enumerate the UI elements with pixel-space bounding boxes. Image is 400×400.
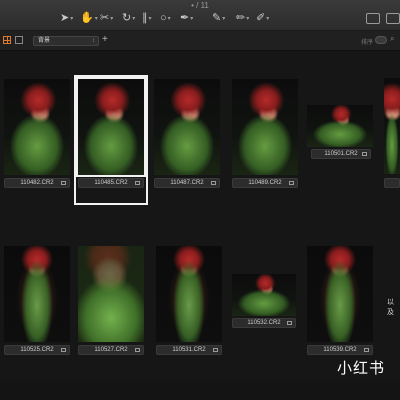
thumbnail-caption: 110532.CR2: [232, 318, 296, 328]
watermark: 小红书: [337, 359, 386, 377]
crop-icon: ✂: [100, 12, 110, 24]
window-title: • / 11: [191, 1, 209, 10]
thumbnail-filename: 110532.CR2: [247, 320, 281, 326]
brush-tool[interactable]: ✎ ▾: [212, 12, 225, 25]
folder-select-label: 背景: [38, 38, 51, 44]
gradient-icon: ✐: [256, 12, 266, 24]
info-icon[interactable]: [135, 181, 140, 185]
chevron-down-icon: ▾: [94, 15, 98, 22]
thumbnail-caption: 110531.CR2: [156, 345, 222, 355]
chevron-down-icon: ▾: [222, 15, 226, 22]
select-tool[interactable]: ➤ ▾: [60, 12, 73, 25]
chevron-updown-icon: ↕: [92, 38, 95, 44]
keystone-icon: ∥: [142, 12, 148, 24]
panel-toggle-icon[interactable]: [386, 13, 400, 24]
rotate-icon: ↻: [122, 12, 132, 24]
keystone-tool[interactable]: ∥ ▾: [142, 12, 152, 25]
thumbnail-caption: [384, 178, 400, 188]
thumbnail-filename: 110487.CR2: [170, 180, 204, 186]
thumbnail-filename: 110525.CR2: [20, 347, 54, 353]
thumbnail-filename: 110489.CR2: [248, 180, 282, 186]
crop-tool[interactable]: ✂ ▾: [100, 12, 113, 25]
chevron-down-icon: ▾: [132, 15, 136, 22]
thumbnail-caption: 110501.CR2: [311, 149, 371, 159]
thumbnail-image[interactable]: [4, 246, 70, 342]
search-icon[interactable]: ⌕: [390, 34, 394, 44]
thumbnail-image[interactable]: [76, 77, 146, 177]
rotate-tool[interactable]: ↻ ▾: [122, 12, 135, 25]
thumbnail-image[interactable]: [156, 246, 222, 342]
thumbnail-image[interactable]: [307, 105, 373, 147]
info-icon[interactable]: [135, 348, 140, 352]
info-icon[interactable]: [211, 181, 216, 185]
single-view-icon[interactable]: [15, 36, 23, 44]
pan-icon: ✋: [80, 12, 94, 24]
info-icon[interactable]: [364, 348, 369, 352]
chevron-down-icon: ▾: [70, 15, 74, 22]
chevron-down-icon: ▾: [266, 15, 270, 22]
thumbnail-image[interactable]: [78, 246, 144, 342]
info-icon[interactable]: [362, 152, 367, 156]
pan-tool[interactable]: ✋ ▾: [80, 12, 98, 25]
thumbnail-filename: 110485.CR2: [94, 180, 128, 186]
info-icon[interactable]: [61, 181, 66, 185]
spot-tool[interactable]: ○ ▾: [160, 12, 171, 25]
sort-label: 排序: [361, 40, 374, 46]
picker-icon: ✒: [180, 12, 190, 24]
grid-view-icon[interactable]: [3, 36, 11, 44]
compare-view-icon[interactable]: [366, 13, 380, 24]
spot-icon: ○: [160, 12, 167, 24]
side-text: 以及: [387, 299, 394, 316]
picker-tool[interactable]: ✒ ▾: [180, 12, 193, 25]
info-icon[interactable]: [289, 181, 294, 185]
thumbnail-caption: 110487.CR2: [154, 178, 220, 188]
brush-icon: ✎: [212, 12, 222, 24]
bottom-bar: [0, 380, 400, 400]
thumbnail-caption: 110539.CR2: [307, 345, 373, 355]
sort-toggle[interactable]: [375, 36, 387, 44]
thumbnail-filename: 110501.CR2: [324, 151, 358, 157]
chevron-down-icon: ▾: [148, 15, 152, 22]
thumbnail-caption: 110489.CR2: [232, 178, 298, 188]
folder-select[interactable]: 背景 ↕: [33, 36, 99, 46]
add-button[interactable]: +: [102, 35, 108, 45]
thumbnail-image[interactable]: [232, 274, 296, 316]
thumbnail-caption: 110485.CR2: [78, 178, 144, 188]
thumbnail-caption: 110482.CR2: [4, 178, 70, 188]
thumbnail-image[interactable]: [4, 79, 70, 175]
info-icon[interactable]: [61, 348, 66, 352]
thumbnail-caption: 110525.CR2: [4, 345, 70, 355]
chevron-down-icon: ▾: [110, 15, 114, 22]
thumbnail-grid: 110482.CR2 110485.CR2 110487.CR2 110489.CR2…: [0, 50, 400, 380]
thumbnail-image[interactable]: [384, 78, 400, 174]
eraser-icon: ✏: [236, 12, 246, 24]
thumbnail-filename: 110527.CR2: [94, 347, 128, 353]
gradient-tool[interactable]: ✐ ▾: [256, 12, 269, 25]
chevron-down-icon: ▾: [246, 15, 250, 22]
thumbnail-caption: 110527.CR2: [78, 345, 144, 355]
info-icon[interactable]: [213, 348, 218, 352]
select-icon: ➤: [60, 12, 70, 24]
thumbnail-filename: 110531.CR2: [172, 347, 206, 353]
eraser-tool[interactable]: ✏ ▾: [236, 12, 249, 25]
thumbnail-image[interactable]: [307, 246, 373, 342]
chevron-down-icon: ▾: [190, 15, 194, 22]
info-icon[interactable]: [287, 321, 292, 325]
thumbnail-image[interactable]: [232, 79, 298, 175]
chevron-down-icon: ▾: [167, 15, 171, 22]
thumbnail-filename: 110539.CR2: [323, 347, 357, 353]
thumbnail-filename: 110482.CR2: [20, 180, 54, 186]
thumbnail-image[interactable]: [154, 79, 220, 175]
